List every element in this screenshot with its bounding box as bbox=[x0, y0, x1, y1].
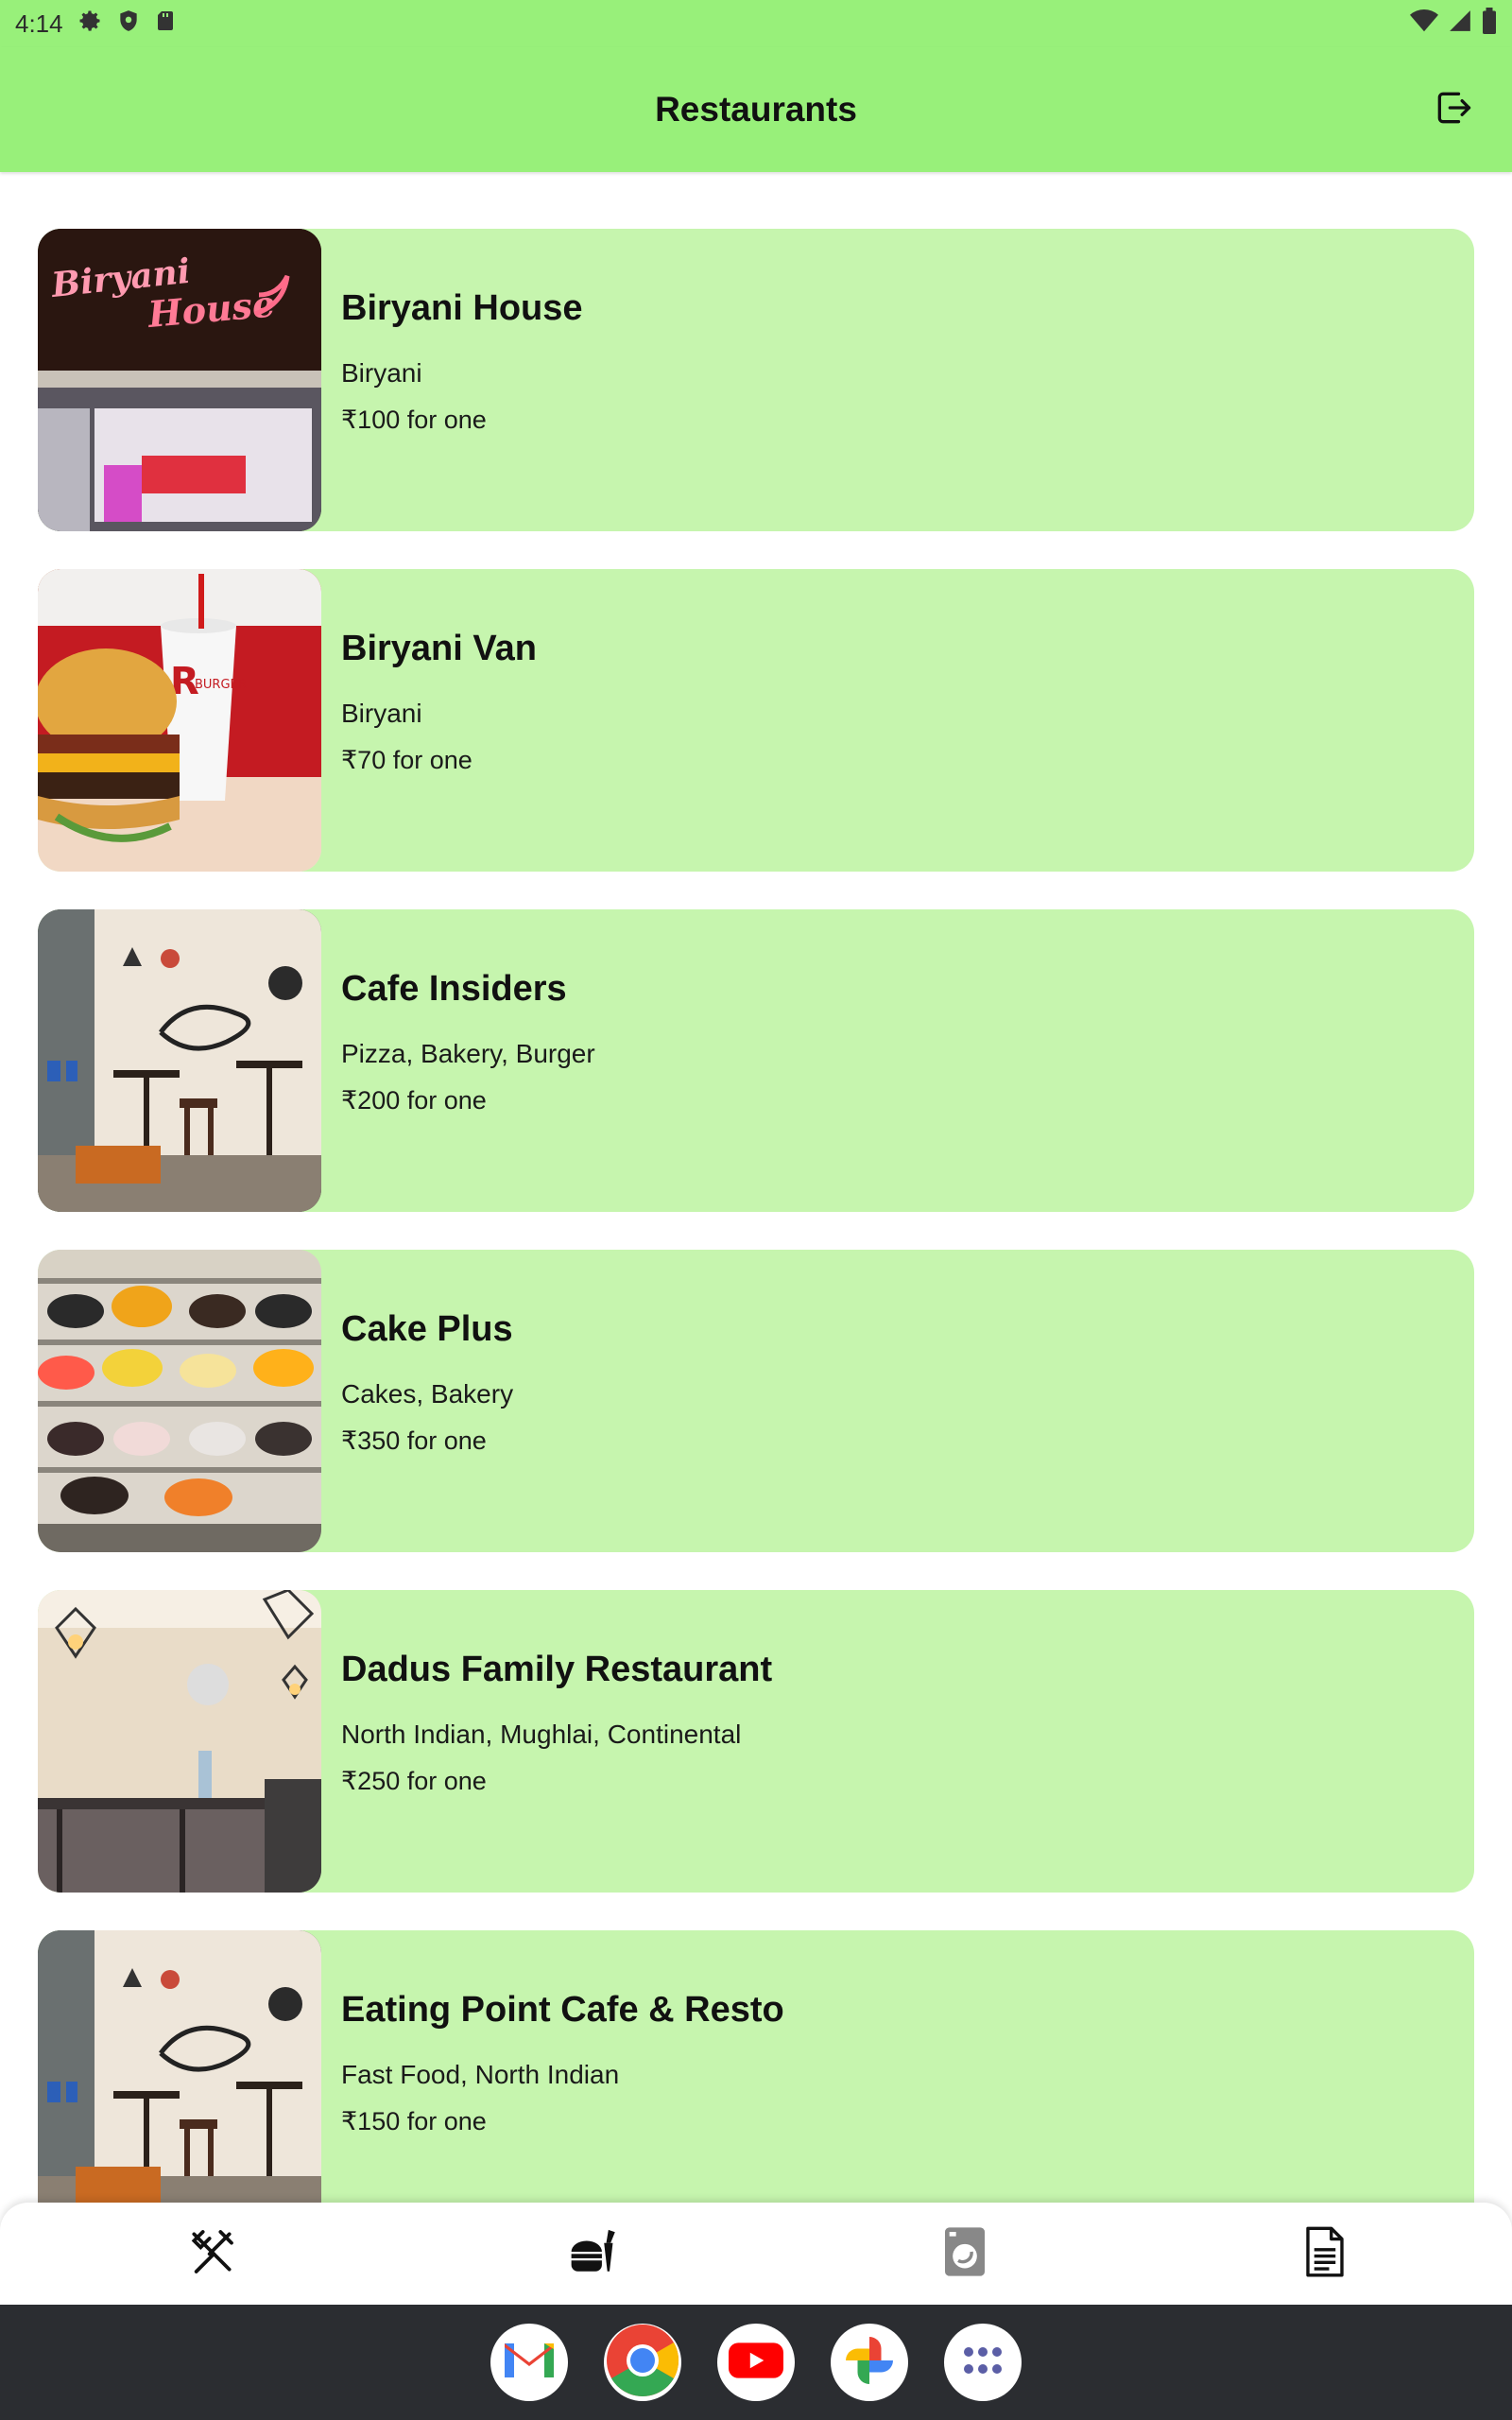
restaurant-card[interactable]: Dadus Family Restaurant North Indian, Mu… bbox=[38, 1590, 1474, 1893]
washing-machine-icon bbox=[942, 2225, 988, 2283]
document-icon bbox=[1303, 2226, 1347, 2282]
restaurant-image: Biryani House bbox=[38, 229, 321, 531]
chrome-app[interactable] bbox=[604, 2324, 681, 2401]
restaurant-image bbox=[38, 1250, 321, 1552]
page-title: Restaurants bbox=[655, 90, 857, 129]
signal-icon bbox=[1448, 9, 1472, 40]
restaurant-image: R BURGER bbox=[38, 569, 321, 872]
restaurant-name: Biryani Van bbox=[341, 629, 537, 668]
photos-app[interactable] bbox=[831, 2324, 908, 2401]
restaurant-price: ₹100 for one bbox=[341, 406, 487, 434]
youtube-app[interactable] bbox=[717, 2324, 795, 2401]
wifi-icon bbox=[1410, 9, 1438, 40]
restaurant-image bbox=[38, 909, 321, 1212]
nav-documents[interactable] bbox=[1152, 2203, 1512, 2305]
nav-laundry[interactable] bbox=[776, 2203, 1152, 2305]
restaurant-card[interactable]: R BURGER Biryani Van Biryani ₹70 for one bbox=[38, 569, 1474, 872]
chrome-icon bbox=[605, 2323, 680, 2403]
system-dock bbox=[0, 2305, 1512, 2420]
restaurant-price: ₹70 for one bbox=[341, 746, 472, 774]
restaurant-card[interactable]: Eating Point Cafe & Resto Fast Food, Nor… bbox=[38, 1930, 1474, 2233]
battery-icon bbox=[1482, 7, 1497, 41]
restaurant-name: Biryani House bbox=[341, 288, 583, 328]
status-time: 4:14 bbox=[15, 9, 63, 38]
restaurant-name: Eating Point Cafe & Resto bbox=[341, 1990, 784, 2030]
sd-card-icon bbox=[154, 8, 177, 41]
restaurant-cuisine: Fast Food, North Indian bbox=[341, 2060, 620, 2089]
restaurant-image bbox=[38, 1590, 321, 1893]
apps-icon bbox=[963, 2346, 1003, 2379]
restaurant-cuisine: Biryani bbox=[341, 358, 422, 388]
restaurant-cuisine: Pizza, Bakery, Burger bbox=[341, 1039, 595, 1068]
shield-icon bbox=[116, 8, 141, 41]
restaurant-cuisine: Cakes, Bakery bbox=[341, 1379, 514, 1409]
restaurant-card[interactable]: Cafe Insiders Pizza, Bakery, Burger ₹200… bbox=[38, 909, 1474, 1212]
restaurant-price: ₹250 for one bbox=[341, 1767, 487, 1795]
restaurant-card[interactable]: Biryani House Biryani House Biryani ₹100… bbox=[38, 229, 1474, 531]
restaurant-price: ₹150 for one bbox=[341, 2107, 487, 2135]
logout-button[interactable] bbox=[1429, 85, 1478, 134]
gmail-icon bbox=[503, 2340, 556, 2386]
bottom-navigation bbox=[0, 2203, 1512, 2305]
restaurant-name: Cafe Insiders bbox=[341, 969, 567, 1009]
cup-logo-text: BURGER bbox=[195, 678, 247, 692]
restaurant-name: Dadus Family Restaurant bbox=[341, 1650, 773, 1689]
restaurant-price: ₹350 for one bbox=[341, 1426, 487, 1455]
app-drawer[interactable] bbox=[944, 2324, 1022, 2401]
nav-orders[interactable] bbox=[395, 2203, 777, 2305]
photos-icon bbox=[841, 2332, 898, 2394]
status-bar: 4:14 bbox=[0, 0, 1512, 47]
restaurant-card[interactable]: Cake Plus Cakes, Bakery ₹350 for one bbox=[38, 1250, 1474, 1552]
restaurant-image bbox=[38, 1930, 321, 2233]
logout-icon bbox=[1433, 87, 1474, 133]
gmail-app[interactable] bbox=[490, 2324, 568, 2401]
nav-restaurants[interactable] bbox=[0, 2203, 395, 2305]
app-bar: Restaurants bbox=[0, 47, 1512, 172]
restaurant-cuisine: Biryani bbox=[341, 699, 422, 728]
restaurant-cuisine: North Indian, Mughlai, Continental bbox=[341, 1720, 742, 1749]
settings-icon bbox=[77, 8, 103, 41]
restaurant-name: Cake Plus bbox=[341, 1309, 513, 1349]
restaurant-price: ₹200 for one bbox=[341, 1086, 487, 1115]
fork-knife-icon bbox=[185, 2225, 238, 2283]
food-delivery-icon bbox=[567, 2225, 624, 2283]
youtube-icon bbox=[729, 2341, 783, 2385]
restaurant-list: Biryani House Biryani House Biryani ₹100… bbox=[38, 229, 1474, 2271]
